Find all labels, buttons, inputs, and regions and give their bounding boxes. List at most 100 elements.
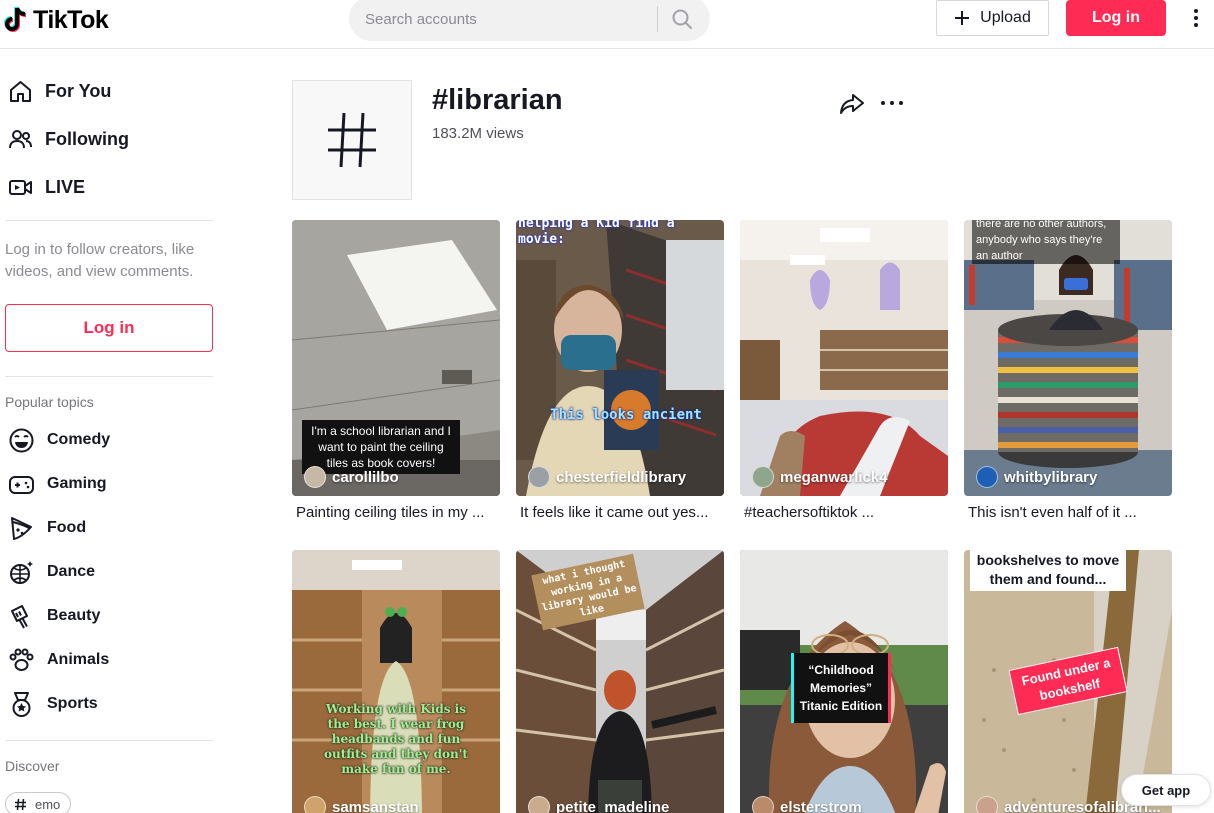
horizontal-dots-icon [881, 101, 903, 105]
video-thumbnail[interactable]: there are no other authors, anybody who … [964, 220, 1172, 496]
search-input[interactable] [365, 9, 645, 29]
hashtag-icon [328, 112, 376, 168]
video-author: petite_madeline [528, 796, 669, 813]
video-thumbnail[interactable]: Working with Kids is the best. I wear fr… [292, 550, 500, 813]
topic-food[interactable]: Food [8, 514, 86, 542]
get-app-button[interactable]: Get app [1121, 774, 1211, 806]
topic-gaming[interactable]: Gaming [8, 470, 107, 498]
avatar [528, 466, 550, 488]
avatar [752, 796, 774, 813]
gaming-icon [9, 475, 34, 494]
logo-text: TikTok [33, 5, 109, 34]
video-thumbnail[interactable]: “Childhood Memories” Titanic Edition els… [740, 550, 948, 813]
video-card[interactable]: what i thought working in a library woul… [516, 550, 724, 813]
video-author: meganwarlick4 [752, 466, 888, 488]
more-menu-button[interactable] [1186, 6, 1206, 30]
sports-icon [12, 691, 31, 717]
video-author: chesterfieldlibrary [528, 466, 686, 488]
topic-label: Food [47, 519, 87, 536]
sidebar-item-label: Following [45, 128, 129, 149]
hashtag-views: 183.2M views [432, 125, 524, 142]
live-icon [9, 179, 32, 195]
author-name: meganwarlick4 [780, 468, 888, 486]
video-card[interactable]: there are no other authors, anybody who … [964, 220, 1172, 530]
video-overlay-text: helping a Kid find a movie: [518, 220, 675, 247]
discover-chip-emo[interactable]: emo [5, 792, 72, 813]
sidebar-item-label: For You [45, 80, 112, 101]
search-icon [672, 9, 692, 29]
hashtag-title: #librarian [432, 84, 563, 116]
topic-beauty[interactable]: Beauty [8, 602, 100, 630]
video-card[interactable]: Working with Kids is the best. I wear fr… [292, 550, 500, 813]
video-author: elsterstrom [752, 796, 862, 813]
video-thumbnail[interactable]: I'm a school librarian and I want to pai… [292, 220, 500, 496]
topic-animals[interactable]: Animals [8, 646, 109, 674]
share-icon [840, 94, 864, 114]
topic-label: Dance [47, 563, 96, 580]
video-caption[interactable]: #teachersoftiktok ... [744, 504, 948, 521]
share-button[interactable] [839, 92, 865, 116]
video-card[interactable]: meganwarlick4 #teachersoftiktok ... [740, 220, 948, 530]
video-card[interactable]: I'm a school librarian and I want to pai… [292, 220, 500, 530]
tiktok-logo[interactable]: TikTok [4, 4, 109, 36]
video-frame-library-mask [516, 220, 724, 496]
avatar [304, 796, 326, 813]
tiktok-logo-icon [4, 6, 27, 32]
video-card[interactable]: “Childhood Memories” Titanic Edition els… [740, 550, 948, 813]
sidebar-divider [5, 376, 213, 377]
chip-label: emo [35, 796, 61, 812]
topic-comedy[interactable]: Comedy [8, 426, 110, 454]
topic-label: Sports [47, 695, 98, 712]
topic-label: Comedy [47, 431, 111, 448]
sidebar-item-live[interactable]: LIVE [8, 172, 85, 202]
author-name: petite_madeline [556, 798, 670, 813]
dance-icon [10, 560, 33, 584]
top-bar: TikTok Upload Log in [0, 0, 1214, 49]
video-thumbnail[interactable]: helping a Kid find a movie: This looks a… [516, 220, 724, 496]
video-card[interactable]: helping a Kid find a movie: This looks a… [516, 220, 724, 530]
author-name: whitbylibrary [1004, 468, 1098, 486]
following-icon [9, 129, 32, 148]
sidebar-divider [5, 740, 213, 741]
sidebar-item-for-you[interactable]: For You [8, 76, 111, 106]
avatar [304, 466, 326, 488]
hashtag-avatar [292, 80, 412, 200]
video-author: whitbylibrary [976, 466, 1097, 488]
video-overlay-text: there are no other authors, anybody who … [972, 220, 1120, 264]
header-login-button[interactable]: Log in [1066, 0, 1166, 36]
video-frame-reading-room [740, 220, 948, 496]
author-name: elsterstrom [780, 798, 862, 813]
author-name: samsanstan [332, 798, 419, 813]
topic-label: Gaming [47, 475, 107, 492]
video-thumbnail[interactable]: meganwarlick4 [740, 220, 948, 496]
topic-dance[interactable]: Dance [8, 558, 95, 586]
upload-button[interactable]: Upload [936, 0, 1049, 36]
search-button[interactable] [667, 6, 697, 32]
more-options-button[interactable] [880, 92, 904, 114]
video-caption[interactable]: Painting ceiling tiles in my ... [296, 504, 500, 521]
topic-sports[interactable]: Sports [8, 690, 98, 718]
video-overlay-text: bookshelves to move them and found... [970, 550, 1126, 591]
avatar [752, 466, 774, 488]
login-prompt-text: Log in to follow creators, like videos, … [5, 241, 195, 280]
sidebar-login-button[interactable]: Log in [5, 304, 213, 352]
popular-topics-title: Popular topics [5, 394, 94, 410]
sidebar-item-label: LIVE [45, 176, 86, 197]
sidebar-item-following[interactable]: Following [8, 124, 129, 154]
video-caption[interactable]: It feels like it came out yes... [520, 504, 724, 521]
beauty-icon [11, 604, 28, 628]
avatar [976, 466, 998, 488]
author-name: chesterfieldlibrary [556, 468, 687, 486]
topic-label: Beauty [47, 607, 101, 624]
video-caption[interactable]: This isn't even half of it ... [968, 504, 1172, 521]
video-overlay-text: Working with Kids is the best. I wear fr… [324, 702, 468, 776]
author-name: carollilbo [332, 468, 399, 486]
avatar [528, 796, 550, 813]
home-icon [10, 80, 31, 102]
comedy-icon [9, 428, 34, 452]
animals-icon [9, 648, 34, 671]
video-thumbnail[interactable]: what i thought working in a library woul… [516, 550, 724, 813]
topic-label: Animals [47, 651, 110, 668]
video-author: samsanstan [304, 796, 419, 813]
video-overlay-text: “Childhood Memories” Titanic Edition [791, 653, 891, 723]
